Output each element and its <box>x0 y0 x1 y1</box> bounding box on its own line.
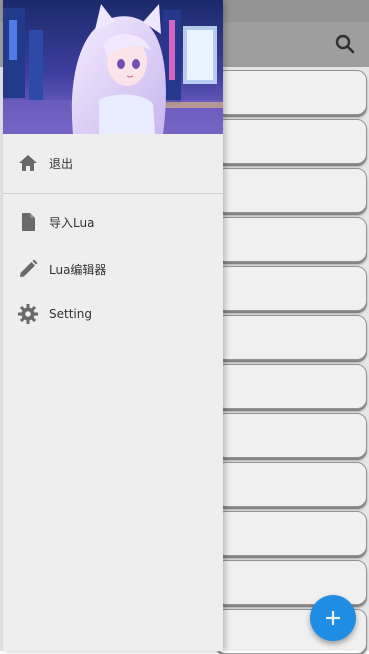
drawer-item-label: Lua编辑器 <box>49 262 107 277</box>
home-icon <box>19 155 37 171</box>
drawer-item-setting[interactable]: Setting <box>3 294 223 334</box>
drawer-item-exit[interactable]: 退出 <box>3 143 223 183</box>
drawer-item-import-lua[interactable]: 导入Lua <box>3 202 223 242</box>
navigation-drawer: 退出 导入Lua Lua编辑器 Setting <box>3 0 223 651</box>
drawer-item-lua-editor[interactable]: Lua编辑器 <box>3 249 223 289</box>
drawer-divider <box>3 193 223 194</box>
drawer-header-image <box>3 0 223 134</box>
gear-icon <box>18 304 38 324</box>
file-icon <box>22 213 35 231</box>
drawer-item-label: 导入Lua <box>49 215 95 230</box>
drawer-item-label: 退出 <box>49 156 74 171</box>
pencil-icon <box>20 259 38 277</box>
drawer-item-label: Setting <box>49 307 92 321</box>
